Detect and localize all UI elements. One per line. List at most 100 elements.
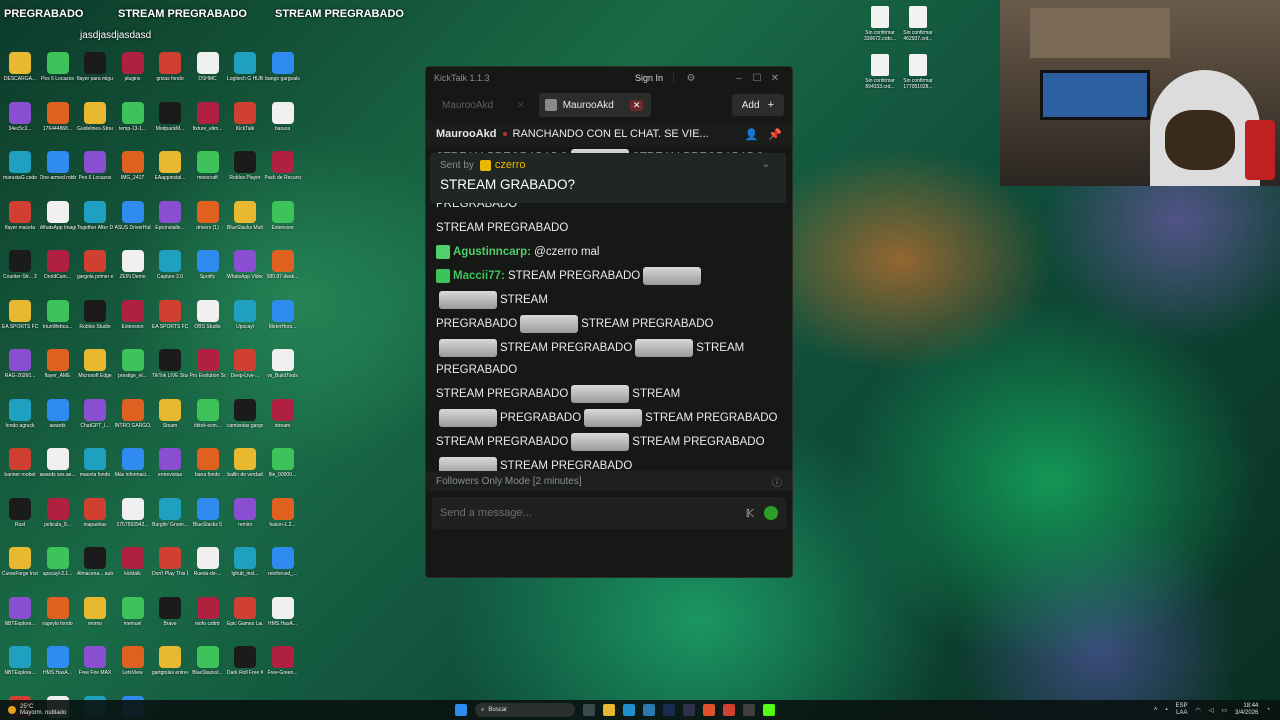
desktop-icon[interactable]: Epic Games Launcher (227, 596, 263, 627)
desktop-icon[interactable]: Más informaci... (115, 448, 151, 478)
tab-close-icon[interactable]: ✕ (629, 99, 644, 111)
desktop-icon[interactable]: Roblox Player (227, 151, 263, 181)
desktop-icon[interactable]: LetsView (115, 646, 151, 676)
desktop-icon[interactable]: Roblox Studio (77, 299, 113, 330)
desktop-icon[interactable]: upscayl-2.1... (40, 547, 76, 577)
desktop-icon[interactable]: Spotify (190, 250, 226, 280)
chat-message[interactable]: PREGRABADO STREAM PREGRABADO (436, 313, 782, 335)
desktop-icon[interactable]: Don't Play This Demo (152, 547, 188, 577)
tray-app-icon[interactable]: ▪ (1165, 707, 1167, 713)
desktop-icon[interactable]: awards sss.ae... (40, 448, 76, 478)
windows-start-icon[interactable] (455, 704, 467, 716)
desktop-icon[interactable]: plugins (115, 52, 151, 82)
desktop-icon[interactable]: HMS.HasA... (265, 596, 301, 627)
volume-icon[interactable]: ◁ (1209, 707, 1214, 714)
desktop-icon[interactable]: DroidCam... (40, 250, 76, 280)
desktop-icon[interactable]: tiktok-icon... (190, 398, 226, 429)
chevron-down-icon[interactable]: ⌄ (762, 159, 770, 170)
desktop-icon[interactable]: file_00000... (265, 448, 301, 478)
chat-username[interactable]: Agustinncarp: (453, 246, 534, 258)
desktop-icon[interactable]: KickTalk (227, 101, 263, 132)
chat-input[interactable] (440, 507, 736, 519)
desktop-icon[interactable]: Pack de Recursos (265, 151, 301, 181)
desktop-icon[interactable]: kicktalk (115, 547, 151, 577)
desktop-icon[interactable]: memuel (115, 596, 151, 627)
desktop-icon[interactable]: Free-Green... (265, 646, 301, 676)
pinned-message[interactable]: Sent by czerro ⌄ STREAM GRABADO? (430, 153, 786, 203)
desktop-icon[interactable]: Burglin' Gnom... (152, 497, 188, 528)
task-view-icon[interactable] (583, 704, 595, 716)
desktop-icon[interactable]: BlueStacksI... (190, 646, 226, 676)
desktop-icon[interactable]: ChatGPT_I... (77, 398, 113, 429)
desktop-icon[interactable]: camisetas gargolas (227, 398, 263, 429)
desktop-icon[interactable]: Extension (265, 200, 301, 231)
desktop-icon[interactable]: IMG_2417 (115, 151, 151, 181)
desktop-icon[interactable]: TikTok LIVE Studio (152, 349, 188, 379)
desktop-icon[interactable]: ZEIN Demo (115, 250, 151, 280)
chat-message[interactable]: PREGRABADO STREAM PREGRABADO (436, 407, 782, 429)
minimize-icon[interactable]: – (730, 73, 748, 84)
desktop-file-icon[interactable]: Sin confirmar 462937.crd... (898, 6, 938, 42)
desktop-icon[interactable]: drivers (1) (190, 200, 226, 231)
desktop-icon[interactable]: DSHMC (190, 52, 226, 82)
desktop-icon[interactable]: RAG-20260... (2, 349, 38, 379)
desktop-icon[interactable]: BlueStacks Multi-Insta... (227, 200, 263, 231)
desktop-icon[interactable]: Logitech G HUB (227, 52, 263, 82)
desktop-icon[interactable]: Counter-Str... 2 (2, 250, 38, 280)
desktop-icon[interactable]: Guidelines-Streams (77, 101, 113, 132)
weather-widget[interactable]: 25°C Mayorm. nublado (8, 704, 66, 716)
desktop-file-icon[interactable]: Sin confirmar 894333.crd... (860, 54, 900, 90)
pin-icon[interactable]: 📌 (768, 128, 782, 141)
desktop-icon[interactable]: WhatsApp Video 2025 (227, 250, 263, 280)
desktop-icon[interactable]: CurseForge Installer (2, 547, 38, 577)
desktop-icon[interactable]: banner roobet (2, 448, 38, 478)
brave-icon[interactable] (703, 704, 715, 716)
desktop-icon[interactable]: EA SPORTS FC 26 (152, 299, 188, 330)
chat-message[interactable]: STREAM (436, 289, 782, 311)
desktop-icon[interactable]: OBS Studio (190, 299, 226, 330)
desktop-icon[interactable]: prestige_el... (115, 349, 151, 379)
emoji-icon[interactable] (764, 506, 778, 520)
desktop-icon[interactable]: bango gargoals (265, 52, 301, 82)
desktop-icon[interactable]: remini (227, 497, 263, 528)
desktop-icon[interactable]: Epicinstalle... (152, 200, 188, 231)
desktop-icon[interactable]: maruxiaG code (2, 151, 38, 181)
desktop-icon[interactable]: EAappinstal... (152, 151, 188, 181)
desktop-icon[interactable]: Brave (152, 596, 188, 627)
desktop-icon[interactable]: 176444868... (40, 101, 76, 132)
desktop-icon[interactable]: Rueda-de-... (190, 547, 226, 577)
desktop-icon[interactable]: minecraft (190, 151, 226, 181)
desktop-icon[interactable]: HMS.HasA... (40, 646, 76, 676)
desktop-icon[interactable]: Pes 6 Locazos (77, 151, 113, 181)
desktop-icon[interactable]: Steam (152, 398, 188, 429)
desktop-icon[interactable]: flayer_AME (40, 349, 76, 379)
desktop-icon[interactable]: Upscayl (227, 299, 263, 330)
tab-mauroakd-active[interactable]: MaurooAkd ✕ (538, 93, 652, 117)
app-icon[interactable] (643, 704, 655, 716)
desktop-icon[interactable]: stream (265, 398, 301, 429)
chat-message[interactable]: STREAM PREGRABADOSTREAM PREGRABADO (436, 431, 782, 453)
tab-mauroakd-inactive[interactable]: MaurooAkd ✕ (434, 93, 533, 117)
desktop-icon[interactable]: MeterHors... (265, 299, 301, 330)
desktop-icon[interactable]: Pro Evolution Soccer 6 (190, 349, 226, 379)
desktop-icon[interactable]: IriunWebca... (40, 299, 76, 330)
kick-emote-icon[interactable]: 𝕂 (746, 507, 754, 520)
desktop-icon[interactable]: lghub_inst... (227, 547, 263, 577)
desktop-icon[interactable]: BlueStacks 5 (190, 497, 226, 528)
language-indicator[interactable]: ESP LAA (1175, 703, 1187, 717)
chat-messages[interactable]: Sent by czerro ⌄ STREAM GRABADO? STREAM … (426, 147, 792, 471)
desktop-icon[interactable]: vs_BuildTools (265, 349, 301, 379)
desktop-icon[interactable]: DESCARGA... (2, 52, 38, 82)
desktop-icon[interactable]: mofo csttrtr (190, 596, 226, 627)
file-explorer-icon[interactable] (603, 704, 615, 716)
chat-message[interactable]: STREAM PREGRABADO STREAM (436, 383, 782, 405)
taskbar-search[interactable]: ⌕ Buscar (475, 703, 575, 717)
desktop-icon[interactable]: grizas fondo (152, 52, 188, 82)
info-icon[interactable]: ⓘ (772, 474, 782, 489)
desktop-icon[interactable]: Almacena... automatic... (77, 547, 113, 577)
kicktalk-taskbar-icon[interactable] (763, 704, 775, 716)
desktop-icon[interactable]: fusion-1.2... (265, 497, 301, 528)
notification-bell-icon[interactable]: ◔ (1266, 707, 1270, 713)
chevron-up-icon[interactable]: ˄ (1154, 707, 1158, 713)
chat-message[interactable]: STREAM PREGRABADOSTREAM PREGRABADO (436, 337, 782, 381)
